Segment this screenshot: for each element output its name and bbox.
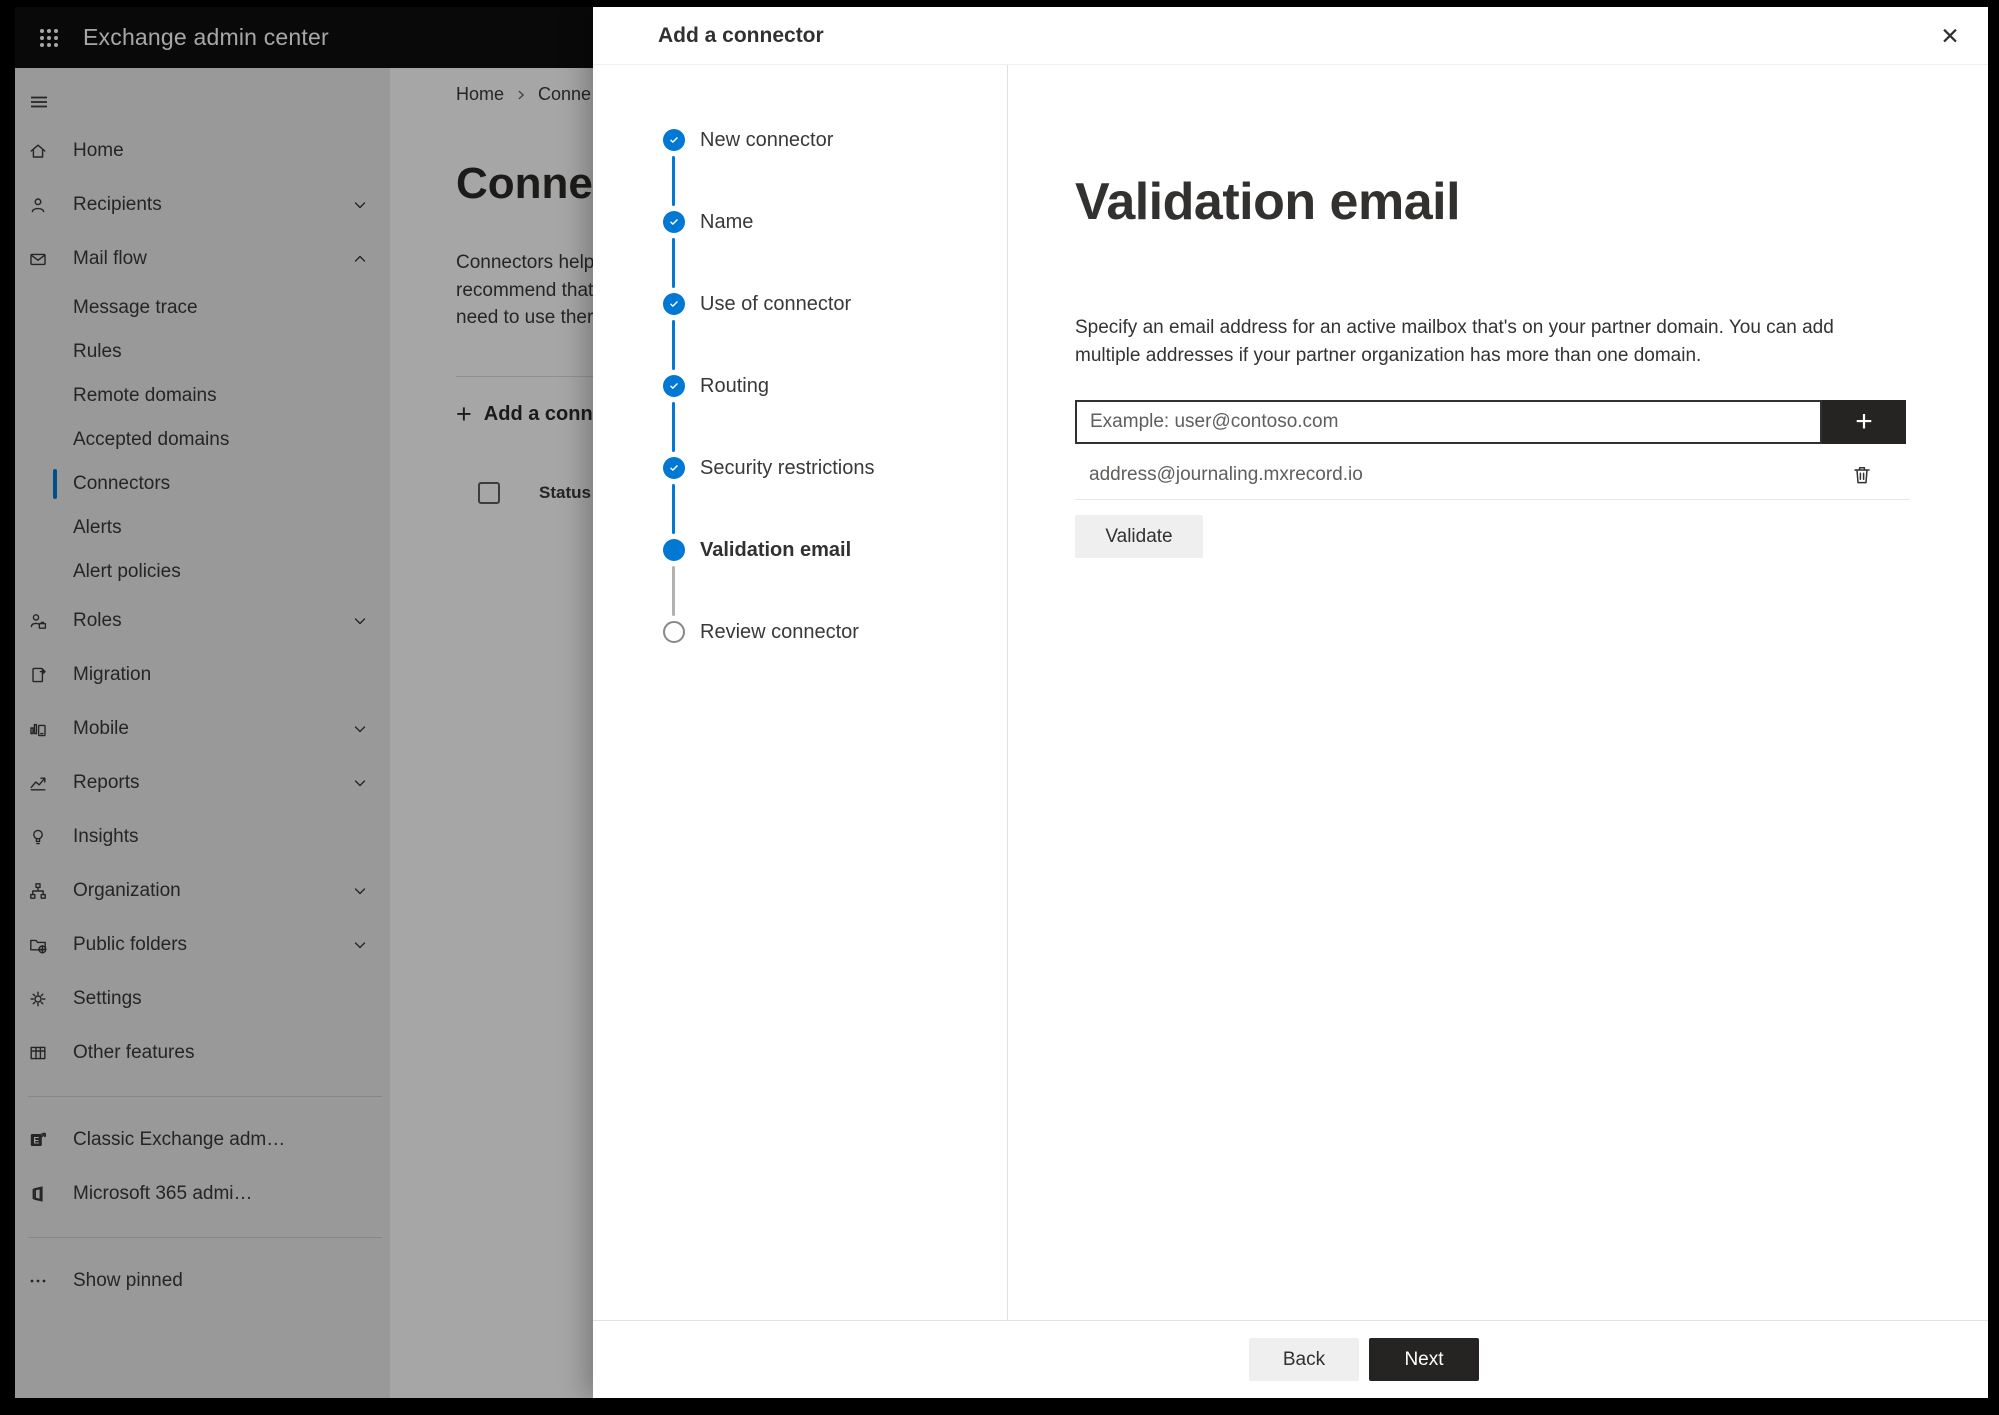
close-icon: ✕ <box>1940 24 1960 50</box>
wizard-step-review-connector: Review connector <box>663 621 1007 703</box>
back-button[interactable]: Back <box>1249 1338 1359 1381</box>
address-value: address@journaling.mxrecord.io <box>1089 463 1363 485</box>
wizard-step-use-of-connector: Use of connector <box>663 293 1007 375</box>
wizard-step-label: Routing <box>700 375 769 397</box>
delete-address-button[interactable] <box>1842 455 1882 495</box>
step-connector-line <box>672 566 675 616</box>
step-connector-line <box>672 238 675 288</box>
next-button[interactable]: Next <box>1369 1338 1479 1381</box>
add-email-button[interactable]: + <box>1822 400 1906 444</box>
email-input[interactable] <box>1075 400 1822 444</box>
exchange-admin-app: Exchange admin center Home Recipients Mail… <box>15 7 1988 1398</box>
step-heading: Validation email <box>1075 173 1461 231</box>
modal-header: Add a connector ✕ <box>593 7 1988 65</box>
wizard-step-label: Review connector <box>700 621 859 643</box>
step-connector-line <box>672 320 675 370</box>
step-check-icon <box>663 375 685 397</box>
description-line: multiple addresses if your partner organ… <box>1075 345 1702 366</box>
step-content-pane: Validation email Specify an email addres… <box>1008 65 1988 1320</box>
wizard-step-security-restrictions: Security restrictions <box>663 457 1007 539</box>
validate-button[interactable]: Validate <box>1075 515 1203 558</box>
step-todo-circle <box>663 621 685 643</box>
wizard-step-label: Use of connector <box>700 293 852 315</box>
wizard-step-routing: Routing <box>663 375 1007 457</box>
description-line: Specify an email address for an active m… <box>1075 317 1834 338</box>
email-entry-row: + <box>1075 400 1906 444</box>
wizard-step-new-connector: New connector <box>663 129 1007 211</box>
close-button[interactable]: ✕ <box>1930 17 1970 57</box>
step-description: Specify an email address for an active m… <box>1075 314 1988 370</box>
trash-icon <box>1850 463 1874 487</box>
step-connector-line <box>672 484 675 534</box>
step-connector-line <box>672 156 675 206</box>
wizard-step-label: Name <box>700 211 754 233</box>
modal-title: Add a connector <box>658 23 824 47</box>
wizard-step-validation-email: Validation email <box>663 539 1007 621</box>
step-check-icon <box>663 129 685 151</box>
modal-footer: Back Next <box>593 1320 1988 1398</box>
step-check-icon <box>663 457 685 479</box>
step-check-icon <box>663 211 685 233</box>
step-check-icon <box>663 293 685 315</box>
step-current-dot <box>663 539 685 561</box>
step-connector-line <box>672 402 675 452</box>
wizard-step-label: Security restrictions <box>700 457 875 479</box>
address-row: address@journaling.mxrecord.io <box>1075 450 1910 500</box>
wizard-steps: New connector Name Use of connector Routing… <box>593 65 1008 1320</box>
wizard-step-name: Name <box>663 211 1007 293</box>
wizard-step-label: New connector <box>700 129 834 151</box>
add-connector-modal: Add a connector ✕ New connector Name Use o… <box>593 7 1988 1398</box>
wizard-step-label: Validation email <box>700 539 852 561</box>
